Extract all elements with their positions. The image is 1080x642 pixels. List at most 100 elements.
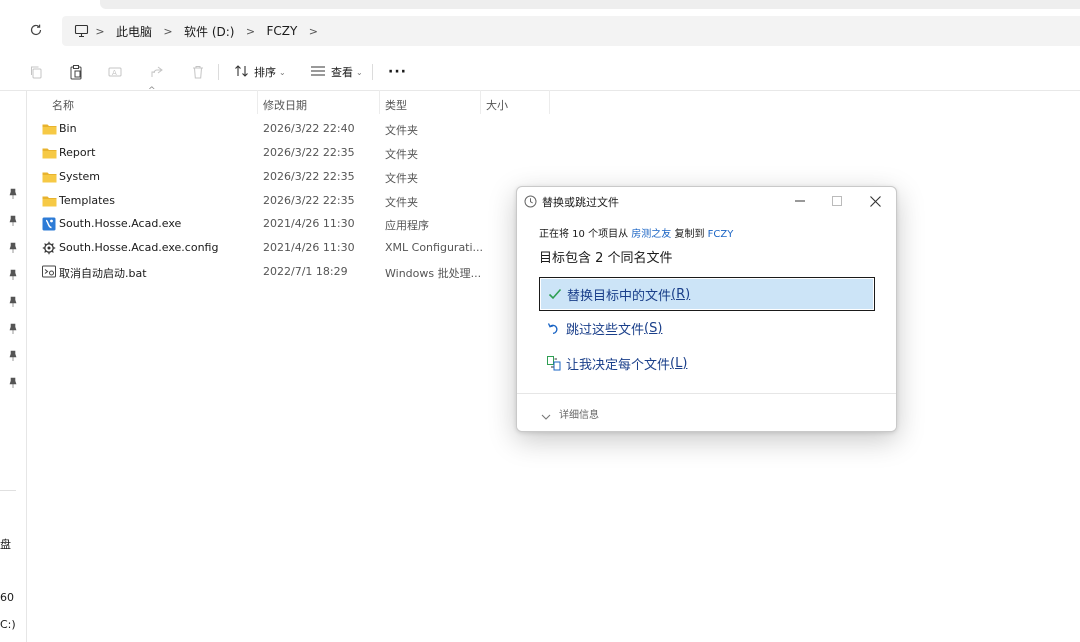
pin-icon[interactable] <box>8 239 20 253</box>
file-type: 文件夹 <box>385 196 418 209</box>
chevron-down-icon: ⌄ <box>356 67 363 77</box>
column-divider[interactable] <box>379 90 380 114</box>
copy-status-prefix: 正在将 10 个项目从 <box>539 229 629 240</box>
column-divider[interactable] <box>480 90 481 114</box>
file-name: South.Hosse.Acad.exe.config <box>59 241 219 254</box>
file-date: 2026/3/22 22:35 <box>263 170 355 183</box>
file-date: 2026/3/22 22:35 <box>263 146 355 159</box>
compare-files-icon <box>546 355 562 371</box>
decide-each-file-label: 让我决定每个文件 <box>566 357 671 373</box>
file-row-templates[interactable]: Templates 2026/3/22 22:35 文件夹 <box>38 190 518 212</box>
breadcrumb-item-fczy[interactable]: FCZY <box>260 24 303 38</box>
file-name: System <box>59 170 101 183</box>
chevron-down-icon: ⌄ <box>279 67 286 77</box>
file-name: Report <box>59 146 96 159</box>
file-row-system[interactable]: System 2026/3/22 22:35 文件夹 <box>38 166 518 188</box>
column-header-size[interactable]: 大小 <box>486 94 508 116</box>
pin-icon[interactable] <box>8 320 20 334</box>
navigation-pane: 盘 60 C:) <box>0 91 27 642</box>
folder-icon <box>42 146 57 160</box>
copy-status-mid: 复制到 <box>674 229 705 240</box>
target-folder-link[interactable]: FCZY <box>708 229 734 240</box>
file-row-bin[interactable]: Bin 2026/3/22 22:40 文件夹 <box>38 118 518 140</box>
column-divider[interactable] <box>549 90 550 114</box>
decide-each-file-shortcut: (L) <box>670 355 688 371</box>
file-type: 文件夹 <box>385 172 418 185</box>
folder-icon <box>42 194 57 208</box>
clock-icon <box>524 193 538 208</box>
file-name: 取消自动启动.bat <box>59 267 147 280</box>
pin-icon[interactable] <box>8 347 20 361</box>
paste-icon[interactable] <box>66 62 86 82</box>
file-row-bat[interactable]: 取消自动启动.bat 2022/7/1 18:29 Windows 批处理... <box>38 261 518 283</box>
more-options-button[interactable]: ··· <box>388 60 407 84</box>
skip-files-label: 跳过这些文件 <box>566 322 645 338</box>
chevron-right-icon[interactable]: > <box>303 25 323 38</box>
skip-files-shortcut: (S) <box>644 320 663 336</box>
bat-icon <box>42 265 57 279</box>
toolbar-bottom-border <box>0 90 1080 91</box>
refresh-icon[interactable] <box>24 18 48 42</box>
file-row-config[interactable]: South.Hosse.Acad.exe.config 2021/4/26 11… <box>38 237 518 259</box>
pin-icon[interactable] <box>8 212 20 226</box>
pin-icon[interactable] <box>8 293 20 307</box>
dialog-title-bar[interactable]: 替换或跳过文件 <box>517 187 896 213</box>
file-date: 2026/3/22 22:35 <box>263 194 355 207</box>
more-details-toggle[interactable]: 详细信息 <box>559 406 599 421</box>
file-name: Bin <box>59 122 77 135</box>
file-type: 应用程序 <box>385 219 429 232</box>
nav-item-drive-fragment[interactable]: 盘 <box>0 536 11 552</box>
nav-item-drive-c-fragment[interactable]: C:) <box>0 618 16 631</box>
checkmark-icon <box>547 286 563 302</box>
sort-button[interactable]: 排序 ⌄ <box>234 60 286 84</box>
replace-files-label: 替换目标中的文件 <box>567 288 672 304</box>
skip-arrow-icon <box>546 320 562 336</box>
dialog-title: 替换或跳过文件 <box>542 196 619 209</box>
folder-icon <box>42 122 57 136</box>
pin-icon[interactable] <box>8 266 20 280</box>
maximize-button[interactable] <box>819 189 855 213</box>
column-header-type[interactable]: 类型 <box>385 94 407 116</box>
minimize-button[interactable] <box>782 189 818 213</box>
toolbar-divider <box>218 64 219 80</box>
sort-icon <box>234 64 250 80</box>
close-button[interactable] <box>857 189 893 213</box>
nav-item-number-fragment[interactable]: 60 <box>0 591 14 604</box>
column-divider[interactable] <box>257 90 258 114</box>
column-header-modified[interactable]: 修改日期 <box>263 94 307 116</box>
share-icon[interactable] <box>147 62 167 82</box>
view-icon <box>310 65 326 80</box>
breadcrumb-item-drive-d[interactable]: 软件 (D:) <box>178 23 240 40</box>
source-folder-link[interactable]: 房测之友 <box>631 229 671 240</box>
pin-icon[interactable] <box>8 185 20 199</box>
rename-icon[interactable]: A <box>106 62 126 82</box>
skip-files-option[interactable]: 跳过这些文件 (S) <box>539 312 873 344</box>
conflict-heading: 目标包含 2 个同名文件 <box>539 251 673 266</box>
decide-each-file-option[interactable]: 让我决定每个文件 (L) <box>539 347 873 379</box>
file-date: 2022/7/1 18:29 <box>263 265 348 278</box>
delete-icon[interactable] <box>188 62 208 82</box>
pin-icon[interactable] <box>8 374 20 388</box>
chevron-right-icon: > <box>95 24 105 38</box>
file-row-report[interactable]: Report 2026/3/22 22:35 文件夹 <box>38 142 518 164</box>
chevron-down-icon[interactable] <box>541 406 551 420</box>
sort-label: 排序 <box>254 66 276 79</box>
copy-icon[interactable] <box>26 62 46 82</box>
chevron-right-icon: > <box>245 24 256 38</box>
toolbar-divider <box>372 64 373 80</box>
file-row-exe[interactable]: South.Hosse.Acad.exe 2021/4/26 11:30 应用程… <box>38 213 518 235</box>
copy-status-line: 正在将 10 个项目从 房测之友 复制到 FCZY <box>539 225 733 240</box>
breadcrumb-item-this-pc[interactable]: 此电脑 <box>110 23 158 40</box>
column-header-name[interactable]: 名称 <box>52 94 74 116</box>
view-button[interactable]: 查看 ⌄ <box>310 60 363 84</box>
file-type: Windows 批处理... <box>385 267 482 280</box>
address-bar[interactable]: > 此电脑 > 软件 (D:) > FCZY > <box>62 16 1080 46</box>
title-strip <box>0 0 1080 10</box>
nav-divider <box>0 490 16 491</box>
view-label: 查看 <box>331 66 353 79</box>
file-type: XML Configurati... <box>385 241 484 254</box>
replace-files-option[interactable]: 替换目标中的文件 (R) <box>539 277 875 311</box>
sort-ascending-icon: ^ <box>148 86 156 96</box>
command-bar: A 排序 ⌄ 查看 ⌄ ··· <box>0 56 1080 88</box>
computer-icon <box>74 23 90 39</box>
